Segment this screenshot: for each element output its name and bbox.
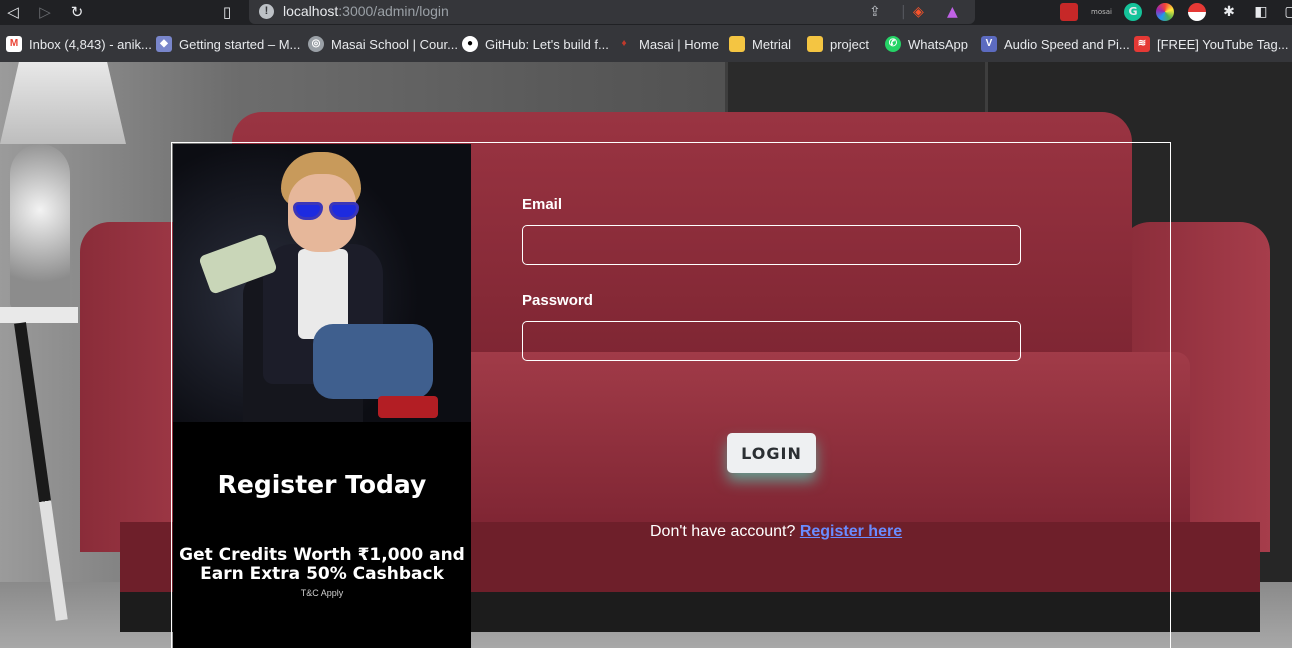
bookmark-getting-started[interactable]: ◆ Getting started – M... (156, 34, 300, 54)
email-field[interactable] (522, 225, 1021, 265)
login-button[interactable]: LOGIN (727, 433, 816, 473)
browser-toolbar: ◁ ▷ ↻ ▯ ! localhost:3000/admin/login ⇪ |… (0, 0, 1292, 25)
masai-icon: ♦ (621, 38, 627, 49)
url-text[interactable]: localhost:3000/admin/login (283, 3, 449, 19)
site-info-icon[interactable]: ! (259, 4, 274, 19)
folder-icon (729, 36, 745, 52)
v-icon: V (981, 36, 997, 52)
bookmark-audio-speed[interactable]: V Audio Speed and Pi... (981, 34, 1130, 54)
bookmark-folder-metrial[interactable]: Metrial (729, 34, 791, 54)
bookmark-gmail[interactable]: M Inbox (4,843) - anik... (6, 34, 152, 54)
promo-photo (173, 144, 471, 422)
brave-rewards-icon[interactable]: ▲ (947, 3, 958, 21)
bookmark-masai-home[interactable]: ♦ Masai | Home (616, 34, 719, 54)
bookmarks-bar: M Inbox (4,843) - anik... ◆ Getting star… (0, 25, 1292, 62)
bookmark-masai-courses[interactable]: ◎ Masai School | Cour... (308, 34, 458, 54)
whatsapp-icon: ✆ (885, 36, 901, 52)
github-icon: ● (462, 36, 478, 52)
extension-icon[interactable] (1060, 3, 1078, 21)
bookmark-github[interactable]: ● GitHub: Let's build f... (462, 34, 609, 54)
promo-terms: T&C Apply (300, 588, 344, 598)
gmail-icon: M (6, 36, 22, 52)
back-icon[interactable]: ◁ (2, 2, 24, 22)
forward-icon[interactable]: ▷ (34, 2, 56, 22)
masai-extension-icon[interactable]: mosai (1091, 3, 1112, 21)
login-card: Register Today Get Credits Worth ₹1,000 … (171, 142, 1171, 648)
grammarly-icon[interactable]: G (1124, 3, 1142, 21)
folder-icon (807, 36, 823, 52)
share-icon[interactable]: ⇪ (869, 3, 881, 21)
page-viewport: Register Today Get Credits Worth ₹1,000 … (0, 62, 1292, 648)
register-prompt: Don't have account? Register here (650, 523, 903, 540)
register-link[interactable]: Register here (800, 523, 902, 540)
bookmark-icon[interactable]: ▯ (216, 2, 238, 22)
color-picker-icon[interactable] (1156, 3, 1174, 21)
promo-banner[interactable]: Register Today Get Credits Worth ₹1,000 … (173, 144, 471, 648)
window-icon[interactable]: ▢ (1282, 3, 1292, 21)
password-label: Password (522, 292, 593, 309)
address-bar[interactable]: ! localhost:3000/admin/login ⇪ | ◈ ▲ (249, 0, 975, 24)
globe-icon: ◎ (308, 36, 324, 52)
layers-icon: ◆ (156, 36, 172, 52)
password-field[interactable] (522, 321, 1021, 361)
bookmark-folder-project[interactable]: project (807, 34, 869, 54)
extensions-puzzle-icon[interactable]: ✱ (1220, 3, 1238, 21)
email-label: Email (522, 196, 563, 213)
separator: | (901, 4, 906, 20)
bookmark-youtube-tag[interactable]: ≋ [FREE] YouTube Tag... (1134, 34, 1289, 54)
youtube-tag-icon: ≋ (1134, 36, 1150, 52)
sidebar-icon[interactable]: ◧ (1252, 3, 1270, 21)
pokeball-icon[interactable] (1188, 3, 1206, 21)
promo-title: Register Today (217, 470, 427, 499)
brave-shield-icon[interactable]: ◈ (913, 3, 924, 21)
bookmark-whatsapp[interactable]: ✆ WhatsApp (885, 34, 968, 54)
promo-offer: Get Credits Worth ₹1,000 and Earn Extra … (179, 545, 465, 584)
reload-icon[interactable]: ↻ (66, 2, 88, 22)
